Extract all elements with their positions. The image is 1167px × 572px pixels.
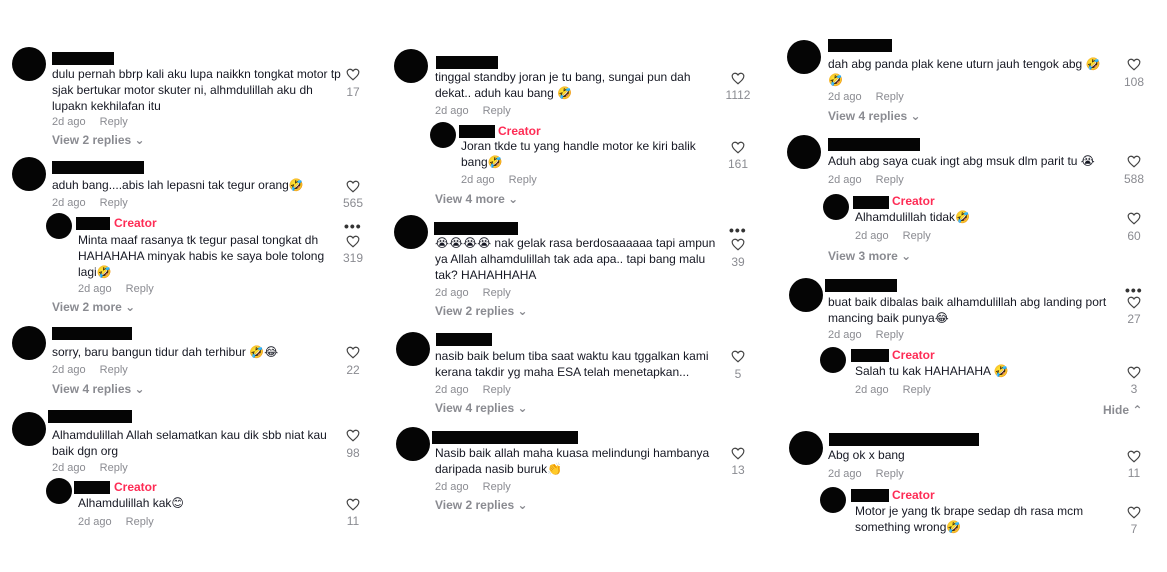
avatar[interactable] — [789, 278, 823, 312]
comment-text: Abg ok x bang — [828, 448, 905, 462]
like-count: 11 — [1127, 466, 1141, 480]
comment-meta: 2d ago Reply — [828, 91, 904, 103]
redacted-username — [828, 138, 920, 151]
redacted-username — [829, 433, 979, 446]
avatar[interactable] — [787, 40, 821, 74]
redacted-username — [851, 489, 889, 502]
chevron-down-icon: ⌄ — [901, 249, 912, 263]
like-count: 7 — [1130, 522, 1138, 536]
creator-badge: Creator — [892, 488, 935, 502]
timestamp: 2d ago — [828, 91, 862, 103]
avatar[interactable] — [789, 431, 823, 465]
heart-outline-icon[interactable] — [1127, 212, 1141, 225]
reply-button[interactable]: Reply — [876, 91, 904, 103]
redacted-username — [828, 39, 892, 52]
comment-meta: 2d ago Reply — [828, 174, 904, 186]
creator-badge: Creator — [892, 348, 935, 362]
more-dots-icon[interactable]: ••• — [1125, 283, 1143, 297]
comment-meta: 2d ago Reply — [828, 468, 904, 480]
reply-button[interactable]: Reply — [876, 468, 904, 480]
timestamp: 2d ago — [828, 468, 862, 480]
avatar[interactable] — [787, 135, 821, 169]
timestamp: 2d ago — [828, 174, 862, 186]
like-count: 108 — [1123, 75, 1145, 89]
redacted-username — [853, 196, 889, 209]
avatar[interactable] — [823, 194, 849, 220]
avatar[interactable] — [820, 347, 846, 373]
heart-outline-icon[interactable] — [1127, 155, 1141, 168]
timestamp: 2d ago — [855, 230, 889, 242]
view-replies-button[interactable]: View 4 replies ⌄ — [828, 110, 921, 123]
redacted-username — [825, 279, 897, 292]
comment-text: buat baik dibalas baik alhamdulillah abg… — [828, 295, 1107, 325]
hide-replies-button[interactable]: Hide ⌃ — [1103, 404, 1142, 417]
reply-button[interactable]: Reply — [903, 384, 931, 396]
heart-outline-icon[interactable] — [1127, 366, 1141, 379]
like-count: 60 — [1127, 229, 1141, 243]
comment-text: Alhamdulillah tidak🤣 — [855, 210, 970, 224]
creator-badge: Creator — [892, 194, 935, 208]
comment-text: Aduh abg saya cuak ingt abg msuk dlm par… — [828, 154, 1095, 168]
comment-meta: 2d ago Reply — [828, 329, 904, 341]
chevron-down-icon: ⌄ — [910, 109, 921, 123]
timestamp: 2d ago — [828, 329, 862, 341]
heart-outline-icon[interactable] — [1127, 450, 1141, 463]
redacted-username — [851, 349, 889, 362]
like-count: 3 — [1130, 382, 1138, 396]
avatar[interactable] — [820, 487, 846, 513]
reply-button[interactable]: Reply — [876, 329, 904, 341]
chevron-up-icon: ⌃ — [1132, 403, 1143, 417]
comment-text: dah abg panda plak kene uturn jauh tengo… — [828, 57, 1101, 87]
timestamp: 2d ago — [855, 384, 889, 396]
like-count: 588 — [1123, 172, 1145, 186]
reply-button[interactable]: Reply — [876, 174, 904, 186]
heart-outline-icon[interactable] — [1127, 58, 1141, 71]
heart-outline-icon[interactable] — [1127, 296, 1141, 309]
comment-text: Salah tu kak HAHAHAHA 🤣 — [855, 364, 1009, 378]
comment-meta: 2d ago Reply — [855, 230, 931, 242]
comment-column-3: dah abg panda plak kene uturn jauh tengo… — [0, 0, 1167, 572]
view-more-replies-button[interactable]: View 3 more ⌄ — [828, 250, 911, 263]
comment-text: Motor je yang tk brape sedap dh rasa mcm… — [855, 504, 1084, 534]
reply-button[interactable]: Reply — [903, 230, 931, 242]
comment-meta: 2d ago Reply — [855, 384, 931, 396]
like-count: 27 — [1127, 312, 1141, 326]
heart-outline-icon[interactable] — [1127, 506, 1141, 519]
